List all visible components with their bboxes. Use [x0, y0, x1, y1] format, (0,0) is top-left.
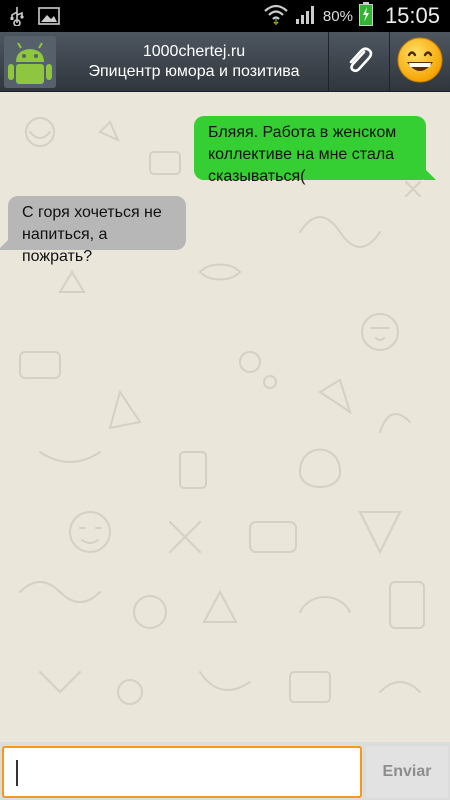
- chat-header: 1000chertej.ru Эпицентр юмора и позитива: [0, 32, 450, 92]
- image-icon: [38, 6, 60, 31]
- text-cursor: [16, 760, 18, 786]
- paperclip-icon: [342, 43, 376, 82]
- message-bubble-incoming[interactable]: С горя хочеться не напиться, а пожрать?: [0, 196, 186, 265]
- smiley-icon: [396, 36, 444, 89]
- signal-icon: [295, 3, 317, 30]
- android-avatar-icon[interactable]: [4, 36, 56, 88]
- status-right: 80% 15:05: [263, 0, 440, 32]
- status-left-icons: [10, 6, 60, 31]
- doodle-background: [19, 117, 425, 705]
- status-bar: 80% 15:05: [0, 0, 450, 32]
- usb-icon: [10, 6, 24, 31]
- composer: Enviar: [0, 742, 450, 800]
- attach-button[interactable]: [328, 32, 388, 92]
- emoji-button[interactable]: [389, 32, 450, 92]
- wifi-icon: [263, 3, 289, 30]
- battery-icon: [358, 1, 373, 31]
- chat-subtitle: Эпицентр юмора и позитива: [88, 63, 300, 80]
- chat-area[interactable]: Бляяя. Работа в женском коллективе на мн…: [0, 92, 450, 742]
- send-button[interactable]: Enviar: [366, 746, 448, 798]
- chat-titles: 1000chertej.ru Эпицентр юмора и позитива: [60, 42, 328, 82]
- message-input[interactable]: [2, 746, 362, 798]
- battery-percentage: 80%: [322, 7, 353, 25]
- message-bubble-outgoing[interactable]: Бляяя. Работа в женском коллективе на мн…: [194, 116, 436, 185]
- chat-title: 1000chertej.ru: [142, 43, 246, 60]
- message-text: Бляяя. Работа в женском коллективе на мн…: [208, 124, 397, 185]
- clock: 15:05: [384, 3, 440, 28]
